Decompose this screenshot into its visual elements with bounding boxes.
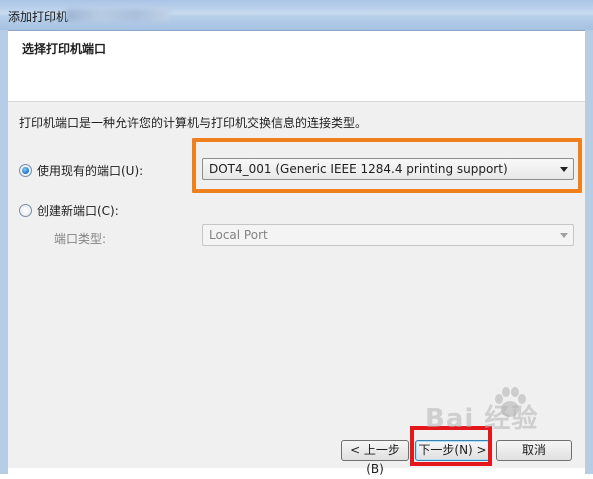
- cancel-button[interactable]: 取消: [496, 440, 572, 461]
- baidu-watermark: Bai 经验: [425, 404, 539, 434]
- port-type-label: 端口类型:: [54, 232, 107, 246]
- page-title: 选择打印机端口: [22, 42, 107, 56]
- port-type-dropdown: Local Port: [202, 224, 574, 246]
- wizard-header: 选择打印机端口: [8, 31, 585, 102]
- blurred-title-region: [66, 9, 170, 21]
- back-button[interactable]: < 上一步(B): [341, 440, 409, 476]
- use-existing-port-option[interactable]: 使用现有的端口(U):: [19, 162, 143, 179]
- use-existing-port-label: 使用现有的端口(U):: [37, 164, 144, 178]
- wizard-footer: < 上一步(B) 下一步(N) > 取消: [8, 432, 585, 476]
- window-frame-right: [585, 30, 593, 474]
- dropdown-arrow-icon: [560, 233, 568, 238]
- create-new-port-option[interactable]: 创建新端口(C):: [19, 202, 119, 219]
- port-type-value: Local Port: [209, 228, 268, 242]
- title-bar[interactable]: 添加打印机: [0, 0, 593, 31]
- description-text: 打印机端口是一种允许您的计算机与打印机交换信息的连接类型。: [19, 116, 368, 130]
- orange-highlight-box: [192, 138, 582, 193]
- window-title: 添加打印机: [8, 10, 69, 24]
- use-existing-port-radio[interactable]: [19, 164, 32, 177]
- create-new-port-label: 创建新端口(C):: [37, 204, 119, 218]
- create-new-port-radio[interactable]: [19, 204, 32, 217]
- window-frame-left: [0, 30, 8, 474]
